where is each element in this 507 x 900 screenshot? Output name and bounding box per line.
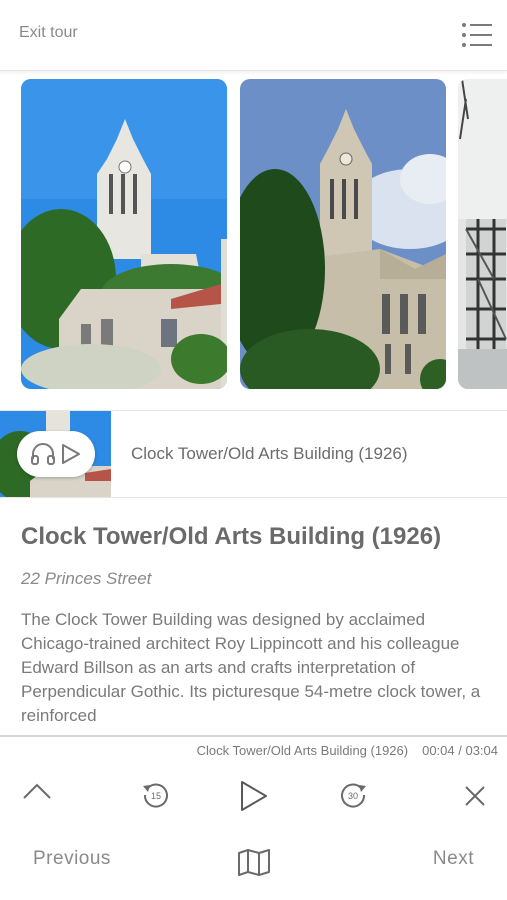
menu-icon[interactable]	[461, 22, 493, 48]
svg-text:15: 15	[151, 791, 161, 801]
play-icon	[61, 443, 81, 470]
exit-tour-button[interactable]: Exit tour	[19, 24, 78, 42]
map-icon[interactable]	[237, 848, 271, 881]
now-playing-title: Clock Tower/Old Arts Building (1926)	[196, 743, 409, 758]
play-icon[interactable]	[239, 779, 269, 818]
stop-details: Clock Tower/Old Arts Building (1926) 22 …	[21, 522, 491, 730]
rewind-15-icon[interactable]: 15	[142, 781, 170, 814]
photo-card[interactable]	[458, 79, 507, 389]
stop-title: Clock Tower/Old Arts Building (1926)	[21, 523, 442, 550]
next-button[interactable]: Next	[433, 848, 474, 870]
playback-time: 00:04 / 03:04	[422, 743, 498, 758]
chevron-up-icon[interactable]	[22, 781, 52, 806]
stop-description: The Clock Tower Building was designed by…	[21, 610, 481, 725]
audio-play-button[interactable]	[17, 431, 95, 477]
audio-player: Clock Tower/Old Arts Building (1926) 00:0…	[0, 735, 507, 828]
svg-text:30: 30	[348, 791, 358, 801]
mini-player-bar[interactable]: Clock Tower/Old Arts Building (1926)	[0, 410, 507, 498]
now-playing: Clock Tower/Old Arts Building (1926) 00:0…	[197, 743, 498, 758]
close-icon[interactable]	[463, 784, 487, 813]
previous-button[interactable]: Previous	[33, 848, 111, 870]
mini-player-title[interactable]: Clock Tower/Old Arts Building (1926)	[131, 444, 408, 464]
photo-carousel[interactable]	[0, 79, 507, 389]
photo-card[interactable]	[21, 79, 227, 389]
headphones-icon	[30, 443, 56, 470]
stop-address: 22 Princes Street	[21, 569, 152, 588]
top-bar: Exit tour	[0, 0, 507, 71]
photo-card[interactable]	[240, 79, 446, 389]
bottom-nav: Previous Next	[0, 826, 507, 900]
forward-30-icon[interactable]: 30	[339, 781, 367, 814]
